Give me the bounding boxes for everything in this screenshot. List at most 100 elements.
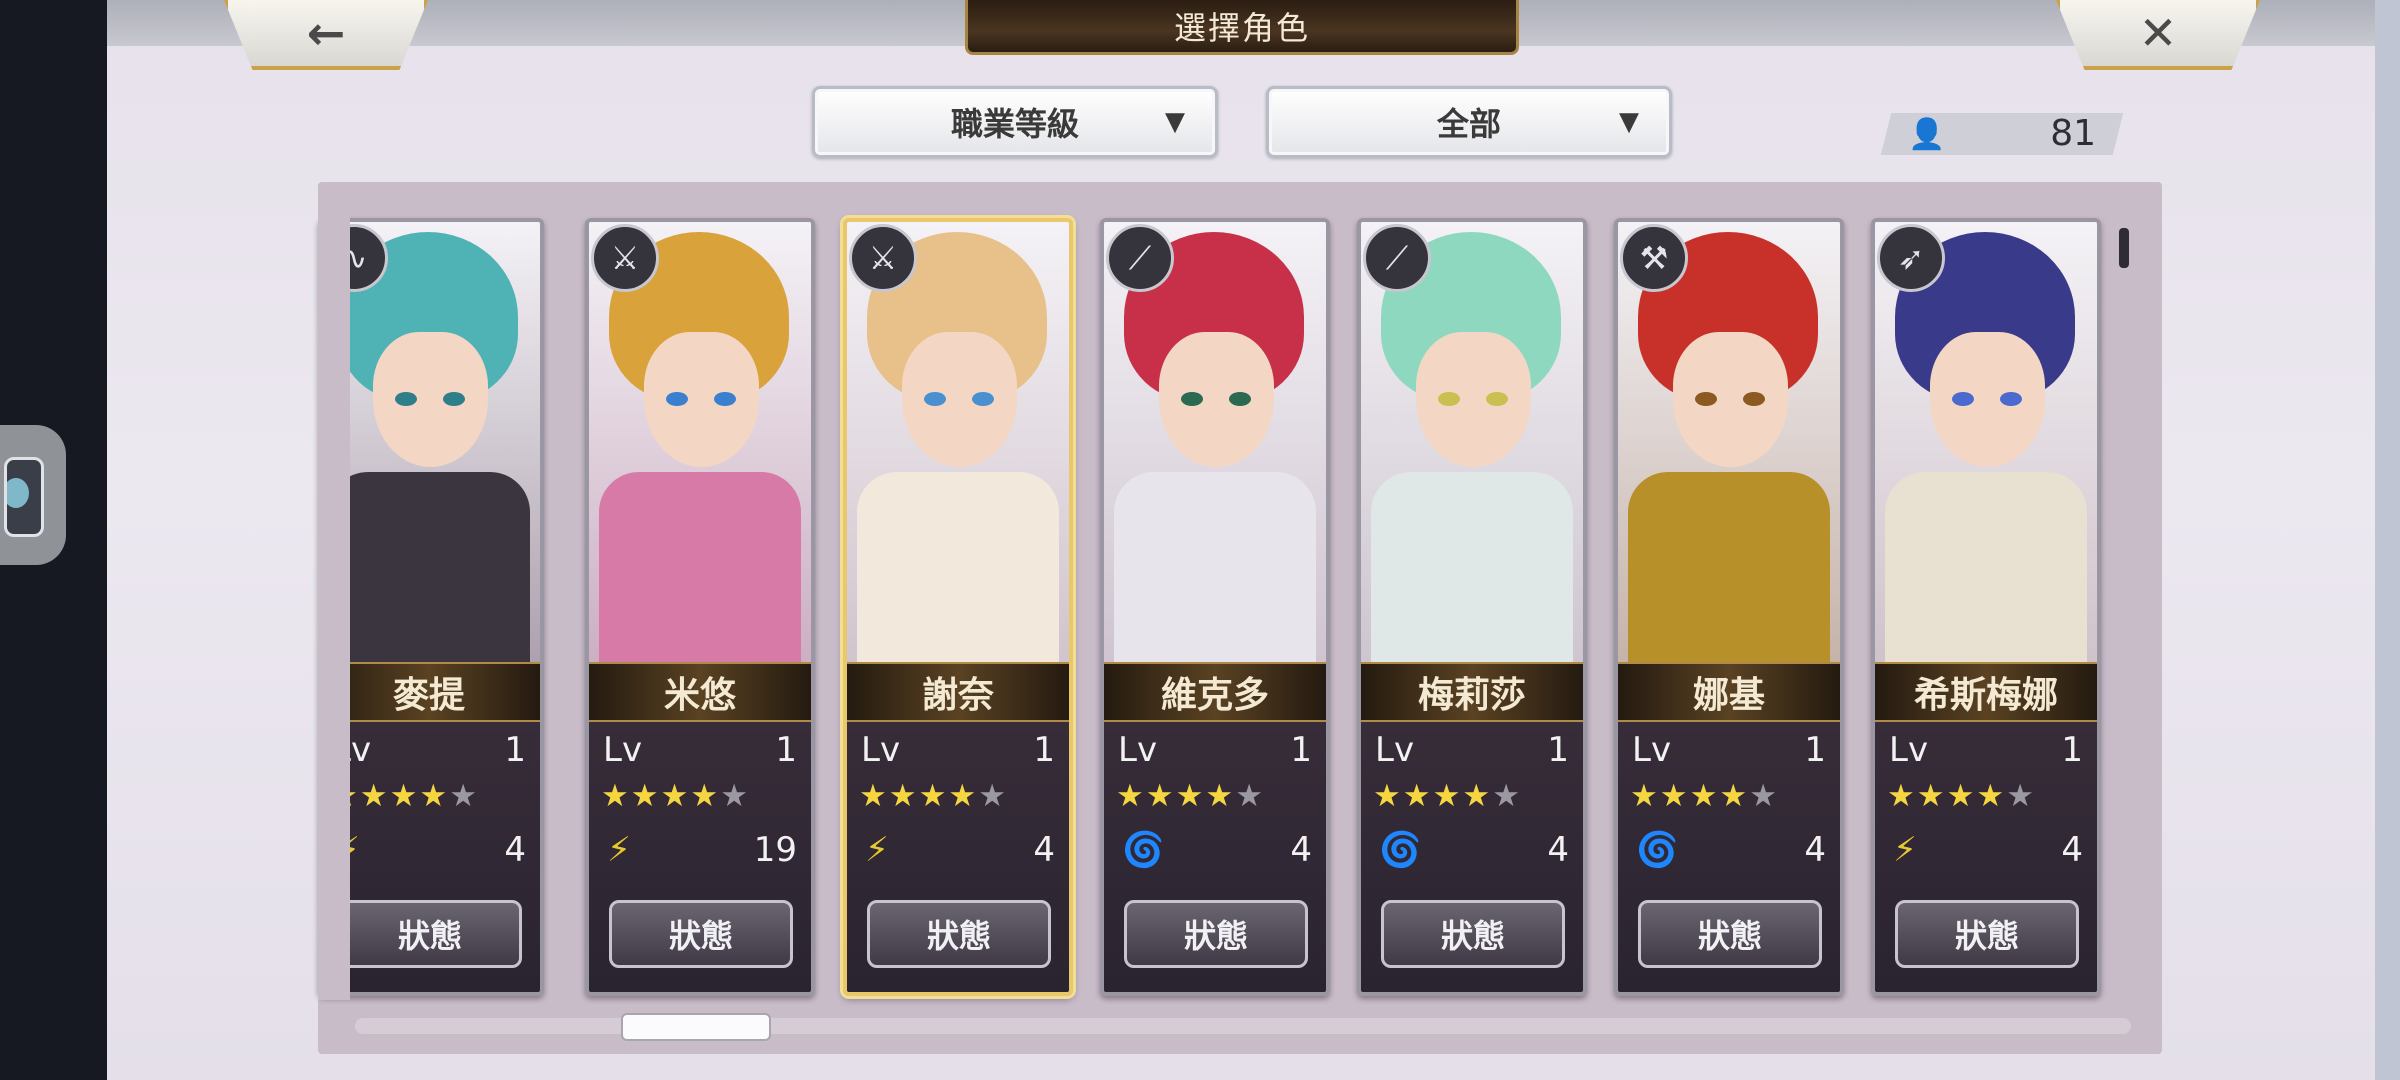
- chevron-down-icon: ▼: [1619, 107, 1639, 137]
- star-filled-icon: ★: [1402, 778, 1433, 814]
- portrait-body: [1371, 472, 1573, 672]
- character-card[interactable]: ∿ 麥提 Lv 1 ★★★★★ ⚡ 4 狀態: [318, 218, 544, 996]
- level-label: Lv: [603, 730, 643, 770]
- scope-dropdown[interactable]: 全部 ▼: [1266, 86, 1672, 158]
- portrait-eye: [714, 392, 736, 406]
- portrait-face: [373, 332, 488, 467]
- star-empty-icon: ★: [2006, 778, 2036, 814]
- portrait-body: [1114, 472, 1316, 672]
- class-level-dropdown-label: 職業等級: [950, 105, 1079, 143]
- portrait-body: [857, 472, 1059, 672]
- portrait-face: [1416, 332, 1531, 467]
- status-button[interactable]: 狀態: [1638, 900, 1822, 968]
- level-value: 1: [2061, 730, 2083, 770]
- class-level-dropdown[interactable]: 職業等級 ▼: [812, 86, 1218, 158]
- person-icon: 👤: [1908, 117, 1946, 152]
- level-value: 1: [775, 730, 797, 770]
- character-name: 麥提: [318, 662, 540, 722]
- character-card[interactable]: ➶ 希斯梅娜 Lv 1 ★★★★★ ⚡ 4 狀態: [1871, 218, 2101, 996]
- portrait-eye: [1743, 392, 1765, 406]
- right-edge: [2375, 0, 2400, 1080]
- star-rating: ★★★★★: [1373, 778, 1522, 814]
- star-filled-icon: ★: [1116, 778, 1146, 814]
- star-filled-icon: ★: [359, 778, 390, 814]
- star-filled-icon: ★: [1659, 778, 1690, 814]
- star-rating: ★★★★★: [330, 778, 479, 814]
- portrait-body: [1628, 472, 1830, 672]
- star-rating: ★★★★★: [1116, 778, 1265, 814]
- level-value: 1: [1290, 730, 1312, 770]
- status-button[interactable]: 狀態: [338, 900, 522, 968]
- close-button[interactable]: ✕: [2056, 0, 2260, 70]
- star-filled-icon: ★: [1887, 778, 1917, 814]
- status-button[interactable]: 狀態: [1124, 900, 1308, 968]
- level-value: 1: [1547, 730, 1569, 770]
- status-button[interactable]: 狀態: [609, 900, 793, 968]
- star-filled-icon: ★: [1462, 778, 1493, 814]
- character-card[interactable]: ⚔ 謝奈 Lv 1 ★★★★★ ⚡ 4 狀態: [843, 218, 1073, 996]
- page-title: 選擇角色: [965, 0, 1519, 55]
- wind-element-icon: 🌀: [1379, 830, 1422, 870]
- scope-dropdown-label: 全部: [1436, 105, 1501, 143]
- star-filled-icon: ★: [859, 778, 889, 814]
- portrait-eye: [1486, 392, 1508, 406]
- list-left-mask: [318, 200, 350, 1000]
- side-menu-tab[interactable]: [0, 425, 66, 565]
- status-button[interactable]: 狀態: [1381, 900, 1565, 968]
- status-button[interactable]: 狀態: [867, 900, 1051, 968]
- level-value: 1: [1033, 730, 1055, 770]
- portrait-face: [1673, 332, 1788, 467]
- portrait-eye: [443, 392, 465, 406]
- star-filled-icon: ★: [601, 778, 631, 814]
- portrait-eye: [972, 392, 994, 406]
- level-label: Lv: [1632, 730, 1672, 770]
- character-name: 娜基: [1618, 662, 1840, 722]
- star-filled-icon: ★: [1373, 778, 1403, 814]
- next-card-edge: [2119, 228, 2129, 268]
- star-empty-icon: ★: [1749, 778, 1779, 814]
- scrollbar-thumb[interactable]: [621, 1013, 771, 1041]
- blade-icon: ⟋: [1363, 224, 1431, 292]
- star-filled-icon: ★: [389, 778, 420, 814]
- element-value: 4: [1547, 830, 1569, 870]
- star-filled-icon: ★: [1432, 778, 1463, 814]
- wind-element-icon: 🌀: [1122, 830, 1165, 870]
- element-value: 4: [1804, 830, 1826, 870]
- character-card[interactable]: ⚒ 娜基 Lv 1 ★★★★★ 🌀 4 狀態: [1614, 218, 1844, 996]
- star-empty-icon: ★: [449, 778, 479, 814]
- star-filled-icon: ★: [1175, 778, 1206, 814]
- character-card[interactable]: ⟋ 維克多 Lv 1 ★★★★★ 🌀 4 狀態: [1100, 218, 1330, 996]
- character-card[interactable]: ⟋ 梅莉莎 Lv 1 ★★★★★ 🌀 4 狀態: [1357, 218, 1587, 996]
- character-card[interactable]: ⚔ 米悠 Lv 1 ★★★★★ ⚡ 19 狀態: [585, 218, 815, 996]
- thunder-element-icon: ⚡: [1893, 830, 1917, 870]
- character-count: 81: [2050, 113, 2096, 154]
- close-icon: ✕: [2138, 6, 2178, 60]
- portrait-eye: [1695, 392, 1717, 406]
- back-button[interactable]: ←: [224, 0, 428, 70]
- level-label: Lv: [1375, 730, 1415, 770]
- star-empty-icon: ★: [1235, 778, 1265, 814]
- character-name: 梅莉莎: [1361, 662, 1583, 722]
- element-value: 4: [1290, 830, 1312, 870]
- star-filled-icon: ★: [948, 778, 979, 814]
- portrait-eye: [395, 392, 417, 406]
- star-filled-icon: ★: [1719, 778, 1750, 814]
- portrait-eye: [1952, 392, 1974, 406]
- star-filled-icon: ★: [419, 778, 450, 814]
- level-value: 1: [504, 730, 526, 770]
- character-name: 維克多: [1104, 662, 1326, 722]
- level-label: Lv: [861, 730, 901, 770]
- star-empty-icon: ★: [978, 778, 1008, 814]
- star-rating: ★★★★★: [1887, 778, 2036, 814]
- portrait-body: [328, 472, 530, 672]
- character-name: 謝奈: [847, 662, 1069, 722]
- star-filled-icon: ★: [1145, 778, 1176, 814]
- star-filled-icon: ★: [660, 778, 691, 814]
- portrait-eye: [924, 392, 946, 406]
- status-button[interactable]: 狀態: [1895, 900, 2079, 968]
- sword-icon: ⚔: [849, 224, 917, 292]
- star-rating: ★★★★★: [1630, 778, 1779, 814]
- chevron-down-icon: ▼: [1165, 107, 1185, 137]
- portrait-eye: [666, 392, 688, 406]
- thunder-element-icon: ⚡: [607, 830, 631, 870]
